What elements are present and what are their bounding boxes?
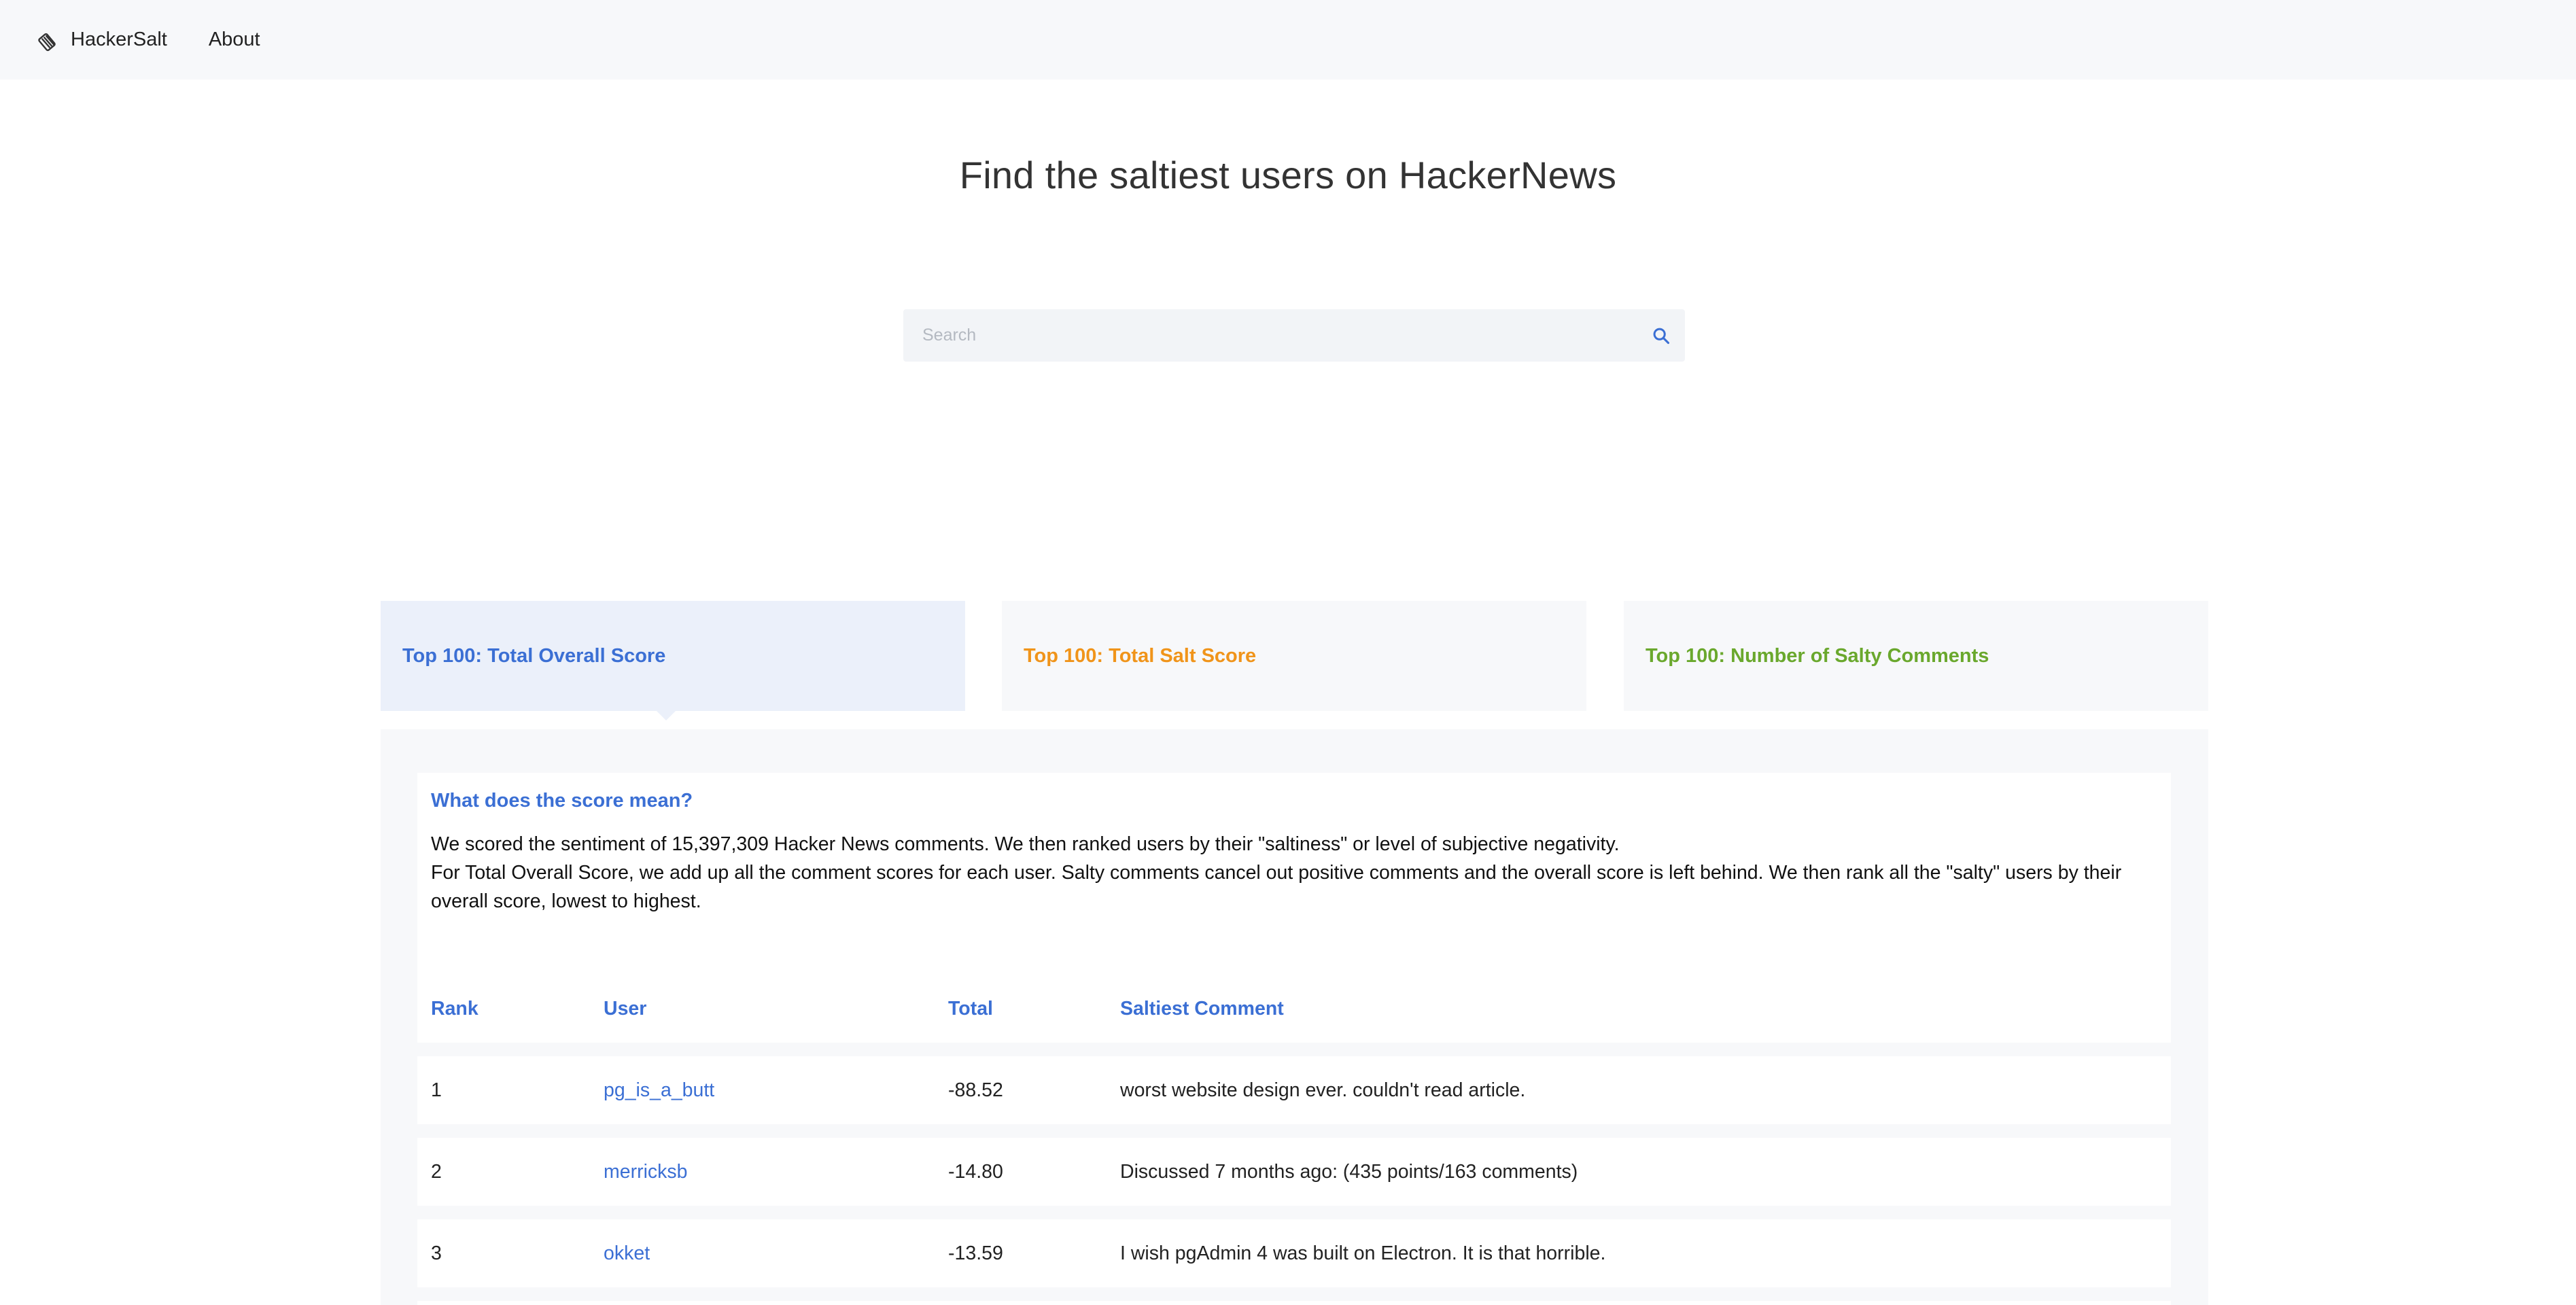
salt-shaker-icon [38, 33, 56, 51]
navbar: HackerSalt About [0, 0, 2576, 80]
search-input[interactable] [903, 309, 1637, 362]
user-link[interactable]: pg_is_a_butt [604, 1079, 714, 1102]
comment-cell: Discussed 7 months ago: (435 points/163 … [1120, 1160, 1578, 1183]
search-bar [903, 309, 1685, 362]
column-header-saltiest-comment: Saltiest Comment [1120, 997, 1284, 1020]
nav-about-link[interactable]: About [209, 29, 260, 51]
rank-cell: 1 [431, 1079, 442, 1101]
rank-cell: 3 [431, 1242, 442, 1264]
user-link[interactable]: merricksb [604, 1161, 688, 1183]
comment-cell: I wish pgAdmin 4 was built on Electron. … [1120, 1242, 1606, 1264]
user-link[interactable]: okket [604, 1242, 650, 1265]
table-row: 2 merricksb -14.80 Discussed 7 months ag… [417, 1138, 2171, 1206]
comment-cell: worst website design ever. couldn't read… [1120, 1079, 1526, 1101]
leaderboard-panel: What does the score mean? We scored the … [381, 729, 2208, 1305]
score-explanation: What does the score mean? We scored the … [417, 773, 2171, 976]
column-header-user: User [604, 997, 647, 1020]
table-row [417, 1301, 2171, 1305]
brand-link[interactable]: HackerSalt [37, 28, 167, 52]
tab-number-of-salty-comments[interactable]: Top 100: Number of Salty Comments [1624, 601, 2208, 711]
total-cell: -88.52 [948, 1079, 1003, 1101]
total-cell: -13.59 [948, 1242, 1003, 1264]
explanation-line-2: For Total Overall Score, we add up all t… [431, 862, 2122, 912]
search-button[interactable] [1637, 309, 1685, 362]
explanation-line-1: We scored the sentiment of 15,397,309 Ha… [431, 833, 1620, 855]
page-title: Find the saltiest users on HackerNews [959, 154, 1617, 196]
tab-total-overall-score[interactable]: Top 100: Total Overall Score [381, 601, 965, 720]
tab-total-salt-score[interactable]: Top 100: Total Salt Score [1002, 601, 1586, 711]
column-header-rank: Rank [431, 997, 478, 1020]
explanation-heading: What does the score mean? [431, 790, 693, 812]
rank-cell: 2 [431, 1160, 442, 1183]
column-header-total: Total [948, 997, 993, 1020]
brand-name: HackerSalt [71, 29, 167, 50]
table-row: 3 okket -13.59 I wish pgAdmin 4 was buil… [417, 1219, 2171, 1287]
total-cell: -14.80 [948, 1160, 1003, 1183]
search-icon [1653, 328, 1670, 344]
leaderboard-tabs: Top 100: Total Overall Score Top 100: To… [381, 601, 2208, 720]
table-row: 1 pg_is_a_butt -88.52 worst website desi… [417, 1056, 2171, 1124]
table-header: Rank User Total Saltiest Comment [417, 975, 2171, 1043]
